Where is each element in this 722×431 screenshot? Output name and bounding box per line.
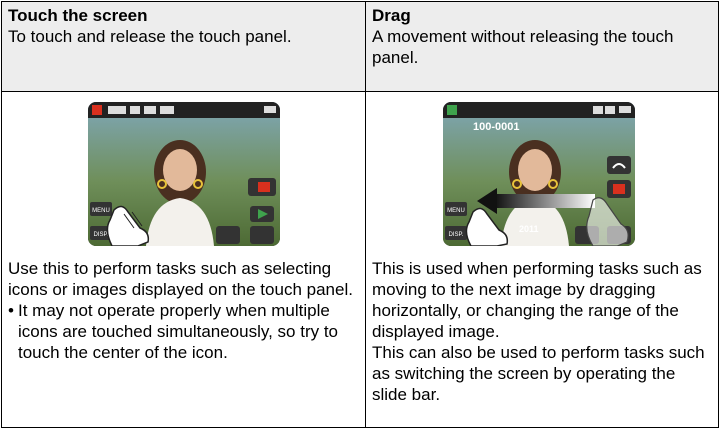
touch-zoom-icon xyxy=(216,226,240,244)
touch-body-text: Use this to perform tasks such as select… xyxy=(8,259,353,299)
drag-column: Drag A movement without releasing the to… xyxy=(366,2,718,427)
playback-mode-icon xyxy=(447,105,457,115)
touch-screen-image: MENU DISP. xyxy=(88,102,280,246)
disp-label: DISP. xyxy=(94,232,109,238)
touch-description: To touch and release the touch panel. xyxy=(8,27,292,46)
touch-column: Touch the screen To touch and release th… xyxy=(2,2,366,427)
drag-header: Drag A movement without releasing the to… xyxy=(366,2,718,92)
battery-icon xyxy=(619,106,631,113)
touch-text: Use this to perform tasks such as select… xyxy=(8,258,357,363)
date-label: 2011 xyxy=(519,224,539,234)
drag-title: Drag xyxy=(372,6,411,25)
touch-body: MENU DISP. Use this to perform tasks suc… xyxy=(2,92,365,427)
zoom-icon xyxy=(250,226,274,244)
touch-screen-illustration: MENU DISP. xyxy=(88,102,280,246)
touch-header: Touch the screen To touch and release th… xyxy=(2,2,365,92)
touch-note-text: It may not operate properly when multipl… xyxy=(18,301,339,362)
drag-description: A movement without releasing the touch p… xyxy=(372,27,674,67)
drag-body: 100-0001 MENU DISP. 2011 This is used wh… xyxy=(366,92,718,427)
drag-body-text: This is used when performing tasks such … xyxy=(372,259,702,341)
touch-note: • It may not operate properly when multi… xyxy=(8,300,357,363)
drag-arrow-icon xyxy=(495,194,595,208)
drag-text: This is used when performing tasks such … xyxy=(372,258,710,405)
drag-screen-image: 100-0001 MENU DISP. 2011 xyxy=(443,102,635,246)
touch-title: Touch the screen xyxy=(8,6,148,25)
disp-label: DISP. xyxy=(449,232,464,238)
menu-label: MENU xyxy=(92,208,110,214)
gesture-table: Touch the screen To touch and release th… xyxy=(1,1,719,428)
drag-body-text-2: This can also be used to perform tasks s… xyxy=(372,343,705,404)
mode-icon xyxy=(92,105,102,115)
file-number: 100-0001 xyxy=(473,121,520,133)
menu-label: MENU xyxy=(447,208,465,214)
battery-icon xyxy=(264,106,276,113)
drag-screen-illustration: 100-0001 MENU DISP. 2011 xyxy=(443,102,635,246)
bullet-icon: • xyxy=(8,301,14,320)
